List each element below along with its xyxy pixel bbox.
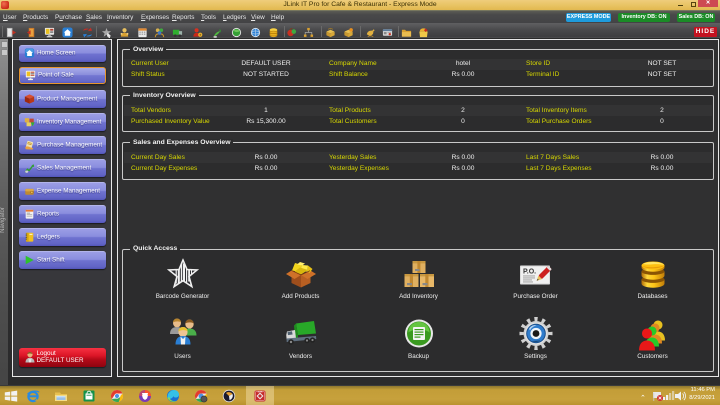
svg-text:JLINK: JLINK <box>258 391 264 393</box>
svg-text:P.O.: P.O. <box>523 268 536 275</box>
